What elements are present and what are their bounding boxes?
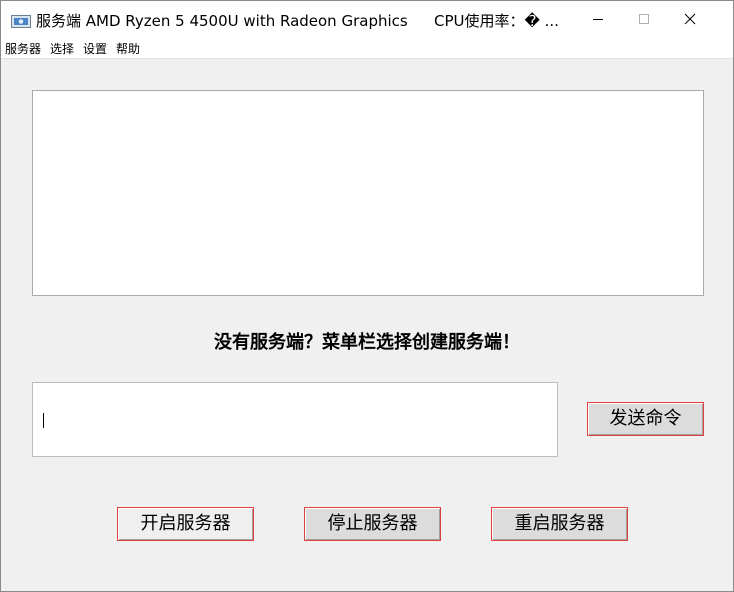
start-server-button[interactable]: 开启服务器 <box>117 507 254 541</box>
send-command-button[interactable]: 发送命令 <box>587 402 704 436</box>
restart-server-button[interactable]: 重启服务器 <box>491 507 628 541</box>
close-button[interactable] <box>667 1 713 38</box>
cpu-usage-label: CPU使用率：� ... <box>434 12 559 30</box>
menu-bar: 服务器 选择 设置 帮助 <box>1 38 733 59</box>
text-caret <box>43 413 44 428</box>
maximize-icon <box>639 14 649 24</box>
minimize-icon <box>593 19 603 20</box>
maximize-button[interactable] <box>621 1 667 38</box>
menu-item-select[interactable]: 选择 <box>50 40 74 57</box>
output-textarea[interactable] <box>32 90 704 296</box>
app-icon <box>11 13 31 28</box>
app-window: 服务端 AMD Ryzen 5 4500U with Radeon Graphi… <box>0 0 734 592</box>
window-title: 服务端 AMD Ryzen 5 4500U with Radeon Graphi… <box>36 12 408 30</box>
menu-item-settings[interactable]: 设置 <box>83 40 107 57</box>
menu-item-server[interactable]: 服务器 <box>5 40 41 57</box>
close-icon <box>684 13 696 25</box>
stop-server-button[interactable]: 停止服务器 <box>304 507 441 541</box>
title-bar[interactable]: 服务端 AMD Ryzen 5 4500U with Radeon Graphi… <box>1 1 733 38</box>
menu-item-help[interactable]: 帮助 <box>116 40 140 57</box>
status-message: 没有服务端？菜单栏选择创建服务端！ <box>214 332 520 353</box>
command-input[interactable] <box>32 382 558 457</box>
minimize-button[interactable] <box>575 1 621 38</box>
